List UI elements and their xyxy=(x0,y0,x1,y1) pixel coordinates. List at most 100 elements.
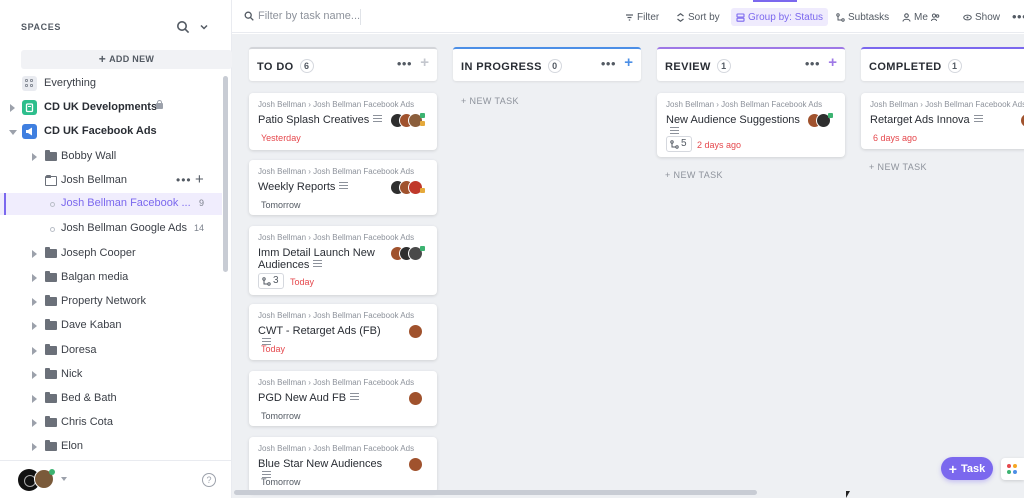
subtasks-badge[interactable]: 5 xyxy=(666,136,692,152)
sidebar-folder-bed-and-bath[interactable]: Bed & Bath xyxy=(0,388,222,410)
expand-arrow-icon[interactable] xyxy=(32,298,37,306)
new-task-button[interactable]: + NEW TASK xyxy=(461,96,519,106)
crumb-folder: Josh Bellman xyxy=(258,311,307,320)
due-date[interactable]: 6 days ago xyxy=(873,133,917,143)
sidebar-folder-nick[interactable]: Nick xyxy=(0,364,222,386)
user-avatar[interactable] xyxy=(18,469,58,491)
due-date[interactable]: Today xyxy=(261,344,285,354)
task-card[interactable]: Josh Bellman › Josh Bellman Facebook Ads… xyxy=(249,304,437,360)
sidebar-scrollbar[interactable] xyxy=(223,76,228,272)
task-title: Patio Splash Creatives xyxy=(258,114,393,126)
horizontal-scrollbar[interactable] xyxy=(234,490,757,495)
sidebar-space-cd-uk-facebook-ads[interactable]: CD UK Facebook Ads xyxy=(0,121,222,143)
apps-grid-icon[interactable] xyxy=(1001,458,1024,480)
sidebar-list-josh-bellman-facebook[interactable]: Josh Bellman Facebook ... 9 xyxy=(0,193,222,215)
assignee-avatars[interactable] xyxy=(390,391,430,407)
task-title: Weekly Reports xyxy=(258,181,393,193)
assignee-avatars[interactable] xyxy=(390,457,430,473)
more-options-icon[interactable]: ••• xyxy=(805,56,820,71)
due-date[interactable]: Tomorrow xyxy=(261,200,301,210)
task-card[interactable]: Josh Bellman › Josh Bellman Facebook Ads… xyxy=(657,93,845,157)
sidebar-folder-balgan-media[interactable]: Balgan media xyxy=(0,267,222,289)
expand-arrow-icon[interactable] xyxy=(32,347,37,355)
list-label: Josh Bellman Facebook ... xyxy=(61,197,191,209)
task-card[interactable]: Josh Bellman › Josh Bellman Facebook Ads… xyxy=(249,371,437,426)
due-date[interactable]: Tomorrow xyxy=(261,477,301,487)
sidebar-folder-property-network[interactable]: Property Network xyxy=(0,291,222,313)
help-icon[interactable]: ? xyxy=(202,473,216,487)
sidebar-folder-joseph-cooper[interactable]: Joseph Cooper xyxy=(0,243,222,265)
due-date[interactable]: Yesterday xyxy=(261,133,301,143)
sidebar-folder-bobby-wall[interactable]: Bobby Wall xyxy=(0,146,222,168)
add-list-icon[interactable]: + xyxy=(195,171,204,188)
assignee-avatars[interactable] xyxy=(390,180,430,196)
subtasks-button[interactable]: Subtasks xyxy=(836,8,889,26)
more-actions-icon[interactable]: ••• xyxy=(176,173,192,187)
new-task-fab-button[interactable]: + Task xyxy=(941,457,993,480)
crumb-list: Josh Bellman Facebook Ads xyxy=(721,100,823,109)
more-options-icon[interactable]: ••• xyxy=(397,56,412,71)
expand-arrow-icon[interactable] xyxy=(32,153,37,161)
subtasks-icon xyxy=(262,276,271,286)
column-title-text: IN PROGRESS xyxy=(461,61,542,73)
caret-down-icon[interactable] xyxy=(61,477,67,481)
expand-arrow-icon[interactable] xyxy=(32,274,37,282)
assignee-avatars[interactable] xyxy=(390,324,430,340)
more-options-icon[interactable]: ••• xyxy=(601,56,616,71)
subtasks-label: Subtasks xyxy=(848,11,890,23)
expand-arrow-icon[interactable] xyxy=(32,371,37,379)
task-breadcrumb: Josh Bellman › Josh Bellman Facebook Ads xyxy=(258,311,415,320)
assignees-button[interactable] xyxy=(931,8,940,26)
sidebar-item-everything[interactable]: Everything xyxy=(0,73,222,95)
expand-arrow-icon[interactable] xyxy=(32,419,37,427)
due-date[interactable]: Tomorrow xyxy=(261,411,301,421)
task-card[interactable]: Josh Bellman › Josh Bellman Facebook Ads… xyxy=(249,160,437,215)
show-button[interactable]: Show xyxy=(963,8,1000,26)
due-date[interactable]: 2 days ago xyxy=(697,140,741,150)
sidebar-folder-chris-cota[interactable]: Chris Cota xyxy=(0,412,222,434)
expand-arrow-icon[interactable] xyxy=(32,250,37,258)
crumb-folder: Josh Bellman xyxy=(666,100,715,109)
me-filter-button[interactable]: Me xyxy=(902,8,928,26)
new-task-button[interactable]: + NEW TASK xyxy=(869,162,927,172)
avatar xyxy=(408,457,423,472)
collapse-arrow-icon[interactable] xyxy=(9,130,17,135)
chevron-down-icon[interactable] xyxy=(199,22,209,32)
subtasks-badge[interactable]: 3 xyxy=(258,273,284,289)
task-title-text: Patio Splash Creatives xyxy=(258,114,370,126)
task-card[interactable]: Josh Bellman › Josh Bellman Facebook Ads… xyxy=(249,437,437,493)
assignee-avatars[interactable] xyxy=(390,113,430,129)
task-card[interactable]: Josh Bellman › Josh Bellman Facebook Ads… xyxy=(249,226,437,295)
assignee-avatars[interactable] xyxy=(798,113,838,129)
assignee-avatars[interactable] xyxy=(390,246,430,262)
new-task-button[interactable]: + NEW TASK xyxy=(665,170,723,180)
more-options-icon[interactable]: ••• xyxy=(1012,9,1024,24)
filter-input[interactable]: Filter by task name... xyxy=(244,10,360,24)
folder-icon xyxy=(45,247,57,258)
add-new-button[interactable]: + ADD NEW xyxy=(21,50,232,69)
task-breadcrumb: Josh Bellman › Josh Bellman Facebook Ads xyxy=(870,100,1024,109)
sidebar-folder-dave-kaban[interactable]: Dave Kaban xyxy=(0,315,222,337)
add-task-icon[interactable]: + xyxy=(624,54,633,71)
search-icon[interactable] xyxy=(176,20,190,34)
add-task-icon[interactable]: + xyxy=(828,54,837,71)
filter-button[interactable]: Filter xyxy=(625,8,659,26)
expand-arrow-icon[interactable] xyxy=(32,322,37,330)
sort-button[interactable]: Sort by xyxy=(676,8,720,26)
expand-arrow-icon[interactable] xyxy=(32,395,37,403)
description-icon xyxy=(339,182,349,189)
expand-arrow-icon[interactable] xyxy=(32,443,37,451)
task-card[interactable]: Josh Bellman › Josh Bellman Facebook Ads… xyxy=(861,93,1024,149)
sidebar-folder-elon[interactable]: Elon xyxy=(0,436,222,458)
task-card[interactable]: Josh Bellman › Josh Bellman Facebook Ads… xyxy=(249,93,437,150)
group-by-button[interactable]: Group by: Status xyxy=(731,8,829,26)
add-task-icon[interactable]: + xyxy=(420,54,429,71)
sidebar-space-cd-uk-developments[interactable]: CD UK Developments xyxy=(0,97,222,119)
sidebar-folder-doresa[interactable]: Doresa xyxy=(0,340,222,362)
expand-arrow-icon[interactable] xyxy=(10,104,15,112)
sidebar-list-josh-bellman-google[interactable]: Josh Bellman Google Ads 14 xyxy=(0,218,222,240)
assignee-avatars[interactable] xyxy=(1002,113,1024,129)
due-date[interactable]: Today xyxy=(290,277,314,287)
subtasks-icon xyxy=(670,139,679,149)
sidebar-folder-josh-bellman[interactable]: Josh Bellman ••• + xyxy=(0,170,222,192)
